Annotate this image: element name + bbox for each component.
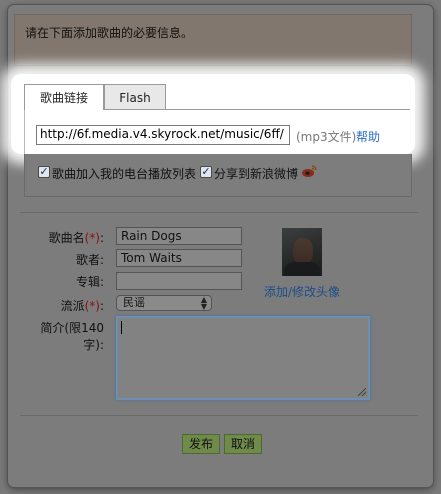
intro-textarea[interactable] bbox=[116, 316, 370, 400]
help-link[interactable]: 帮助 bbox=[356, 128, 380, 145]
avatar-shirt bbox=[284, 262, 320, 276]
section-divider bbox=[20, 212, 418, 213]
tab-body-edge bbox=[24, 109, 25, 157]
tab-flash[interactable]: Flash bbox=[104, 84, 166, 110]
share-weibo-label: 分享到新浪微博 bbox=[214, 167, 299, 181]
artist-input[interactable]: Tom Waits bbox=[116, 249, 242, 267]
resize-grip-icon[interactable] bbox=[358, 388, 366, 396]
song-name-label: 歌曲名(*): bbox=[48, 231, 104, 245]
footer-divider bbox=[20, 415, 418, 416]
select-arrows-icon: ▲ ▼ bbox=[200, 295, 207, 311]
song-name-input[interactable]: Rain Dogs bbox=[116, 227, 242, 245]
song-url-input[interactable]: http://6f.media.v4.skyrock.net/music/6ff… bbox=[36, 125, 290, 145]
album-input[interactable] bbox=[116, 272, 242, 290]
genre-selected-value: 民谣 bbox=[123, 296, 145, 309]
cancel-button[interactable]: 取消 bbox=[224, 434, 263, 454]
avatar bbox=[282, 228, 322, 276]
info-message: 请在下面添加歌曲的必要信息。 bbox=[25, 26, 194, 40]
genre-label: 流派(*): bbox=[60, 299, 104, 313]
text-caret bbox=[121, 321, 122, 334]
add-to-playlist-checkbox[interactable]: ✓ bbox=[38, 166, 50, 178]
artist-label: 歌者: bbox=[75, 253, 104, 267]
avatar-face bbox=[293, 238, 313, 264]
mp3-hint: (mp3文件) bbox=[296, 130, 357, 144]
change-avatar-link[interactable]: 添加/修改头像 bbox=[264, 283, 340, 300]
info-banner: 请在下面添加歌曲的必要信息。 bbox=[14, 14, 412, 66]
intro-label: 简介(限140字): bbox=[40, 321, 104, 352]
share-weibo-checkbox[interactable]: ✓ bbox=[200, 166, 212, 178]
publish-button[interactable]: 发布 bbox=[182, 434, 221, 454]
add-to-playlist-label: 歌曲加入我的电台播放列表 bbox=[52, 167, 197, 181]
tab-song-link[interactable]: 歌曲链接 bbox=[24, 84, 104, 110]
album-label: 专辑: bbox=[75, 275, 104, 289]
sina-weibo-icon[interactable] bbox=[301, 164, 317, 178]
genre-select[interactable]: 民谣 ▲ ▼ bbox=[116, 295, 212, 311]
